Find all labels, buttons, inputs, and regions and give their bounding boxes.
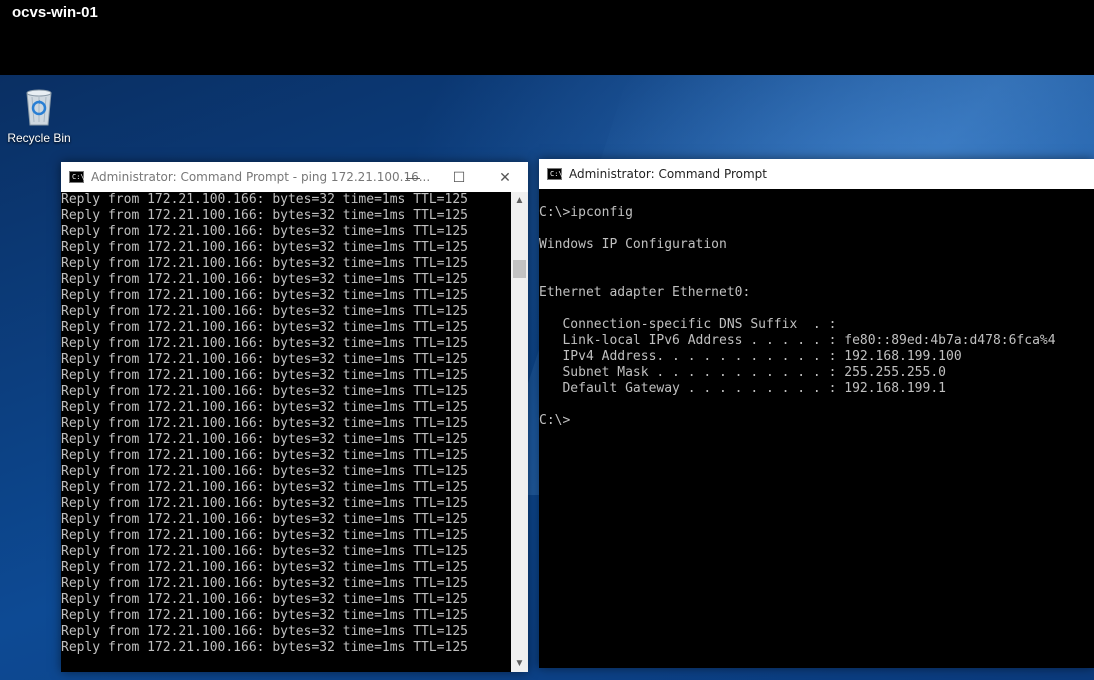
ipconfig-window-titlebar[interactable]: C:\ Administrator: Command Prompt	[539, 159, 1094, 189]
console-line: Connection-specific DNS Suffix . :	[539, 317, 837, 332]
console-line: C:\>	[539, 413, 571, 428]
recycle-bin-shortcut[interactable]: Recycle Bin	[6, 83, 72, 145]
ping-console-output[interactable]: Reply from 172.21.100.166: bytes=32 time…	[61, 192, 511, 672]
console-line: Reply from 172.21.100.166: bytes=32 time…	[61, 528, 468, 543]
minimize-button[interactable]: —	[390, 162, 436, 192]
ping-command-prompt-window[interactable]: C:\ Administrator: Command Prompt - ping…	[61, 162, 528, 672]
console-line: Default Gateway . . . . . . . . . : 192.…	[539, 381, 946, 396]
ping-window-titlebar[interactable]: C:\ Administrator: Command Prompt - ping…	[61, 162, 528, 192]
console-line: Reply from 172.21.100.166: bytes=32 time…	[61, 352, 468, 367]
console-line: Subnet Mask . . . . . . . . . . . : 255.…	[539, 365, 946, 380]
ping-console-scrollbar[interactable]: ▲ ▼	[511, 192, 528, 672]
ipconfig-window-title: Administrator: Command Prompt	[569, 167, 767, 181]
console-line: Reply from 172.21.100.166: bytes=32 time…	[61, 208, 468, 223]
console-line: Reply from 172.21.100.166: bytes=32 time…	[61, 624, 468, 639]
console-line: Reply from 172.21.100.166: bytes=32 time…	[61, 336, 468, 351]
vm-name: ocvs-win-01	[12, 4, 98, 21]
console-line: Reply from 172.21.100.166: bytes=32 time…	[61, 576, 468, 591]
console-line: Reply from 172.21.100.166: bytes=32 time…	[61, 256, 468, 271]
scroll-up-icon[interactable]: ▲	[511, 192, 528, 209]
command-prompt-icon: C:\	[547, 168, 563, 180]
recycle-bin-label: Recycle Bin	[7, 131, 71, 145]
recycle-bin-icon	[26, 89, 52, 126]
console-line: Reply from 172.21.100.166: bytes=32 time…	[61, 320, 468, 335]
vm-title-bar: ocvs-win-01	[0, 0, 1094, 75]
console-line: Reply from 172.21.100.166: bytes=32 time…	[61, 608, 468, 623]
console-line: Reply from 172.21.100.166: bytes=32 time…	[61, 400, 468, 415]
console-line: Reply from 172.21.100.166: bytes=32 time…	[61, 496, 468, 511]
console-line: Reply from 172.21.100.166: bytes=32 time…	[61, 544, 468, 559]
close-button[interactable]: ✕	[482, 162, 528, 192]
console-line: Reply from 172.21.100.166: bytes=32 time…	[61, 560, 468, 575]
console-line: C:\>ipconfig	[539, 205, 633, 220]
console-line: Reply from 172.21.100.166: bytes=32 time…	[61, 464, 468, 479]
console-line: Reply from 172.21.100.166: bytes=32 time…	[61, 304, 468, 319]
console-line: Ethernet adapter Ethernet0:	[539, 285, 751, 300]
console-line: Link-local IPv6 Address . . . . . : fe80…	[539, 333, 1056, 348]
console-line: Reply from 172.21.100.166: bytes=32 time…	[61, 416, 468, 431]
console-line: Reply from 172.21.100.166: bytes=32 time…	[61, 448, 468, 463]
console-line: Reply from 172.21.100.166: bytes=32 time…	[61, 384, 468, 399]
scroll-down-icon[interactable]: ▼	[511, 655, 528, 672]
console-line: Reply from 172.21.100.166: bytes=32 time…	[61, 592, 468, 607]
console-line: Windows IP Configuration	[539, 237, 727, 252]
console-line: Reply from 172.21.100.166: bytes=32 time…	[61, 272, 468, 287]
console-line: Reply from 172.21.100.166: bytes=32 time…	[61, 240, 468, 255]
console-line: Reply from 172.21.100.166: bytes=32 time…	[61, 288, 468, 303]
console-line: Reply from 172.21.100.166: bytes=32 time…	[61, 640, 468, 655]
maximize-button[interactable]: ☐	[436, 162, 482, 192]
console-line: Reply from 172.21.100.166: bytes=32 time…	[61, 432, 468, 447]
console-line: Reply from 172.21.100.166: bytes=32 time…	[61, 368, 468, 383]
console-line: Reply from 172.21.100.166: bytes=32 time…	[61, 480, 468, 495]
console-line: Reply from 172.21.100.166: bytes=32 time…	[61, 192, 468, 207]
console-line: Reply from 172.21.100.166: bytes=32 time…	[61, 224, 468, 239]
ipconfig-console-output[interactable]: C:\>ipconfig Windows IP Configuration Et…	[539, 205, 1094, 668]
console-line: IPv4 Address. . . . . . . . . . . : 192.…	[539, 349, 962, 364]
command-prompt-icon: C:\	[69, 171, 85, 183]
console-line: Reply from 172.21.100.166: bytes=32 time…	[61, 512, 468, 527]
ipconfig-command-prompt-window[interactable]: C:\ Administrator: Command Prompt C:\>ip…	[539, 159, 1094, 668]
ping-window-title: Administrator: Command Prompt - ping 172…	[91, 170, 431, 184]
scroll-thumb[interactable]	[513, 260, 526, 279]
